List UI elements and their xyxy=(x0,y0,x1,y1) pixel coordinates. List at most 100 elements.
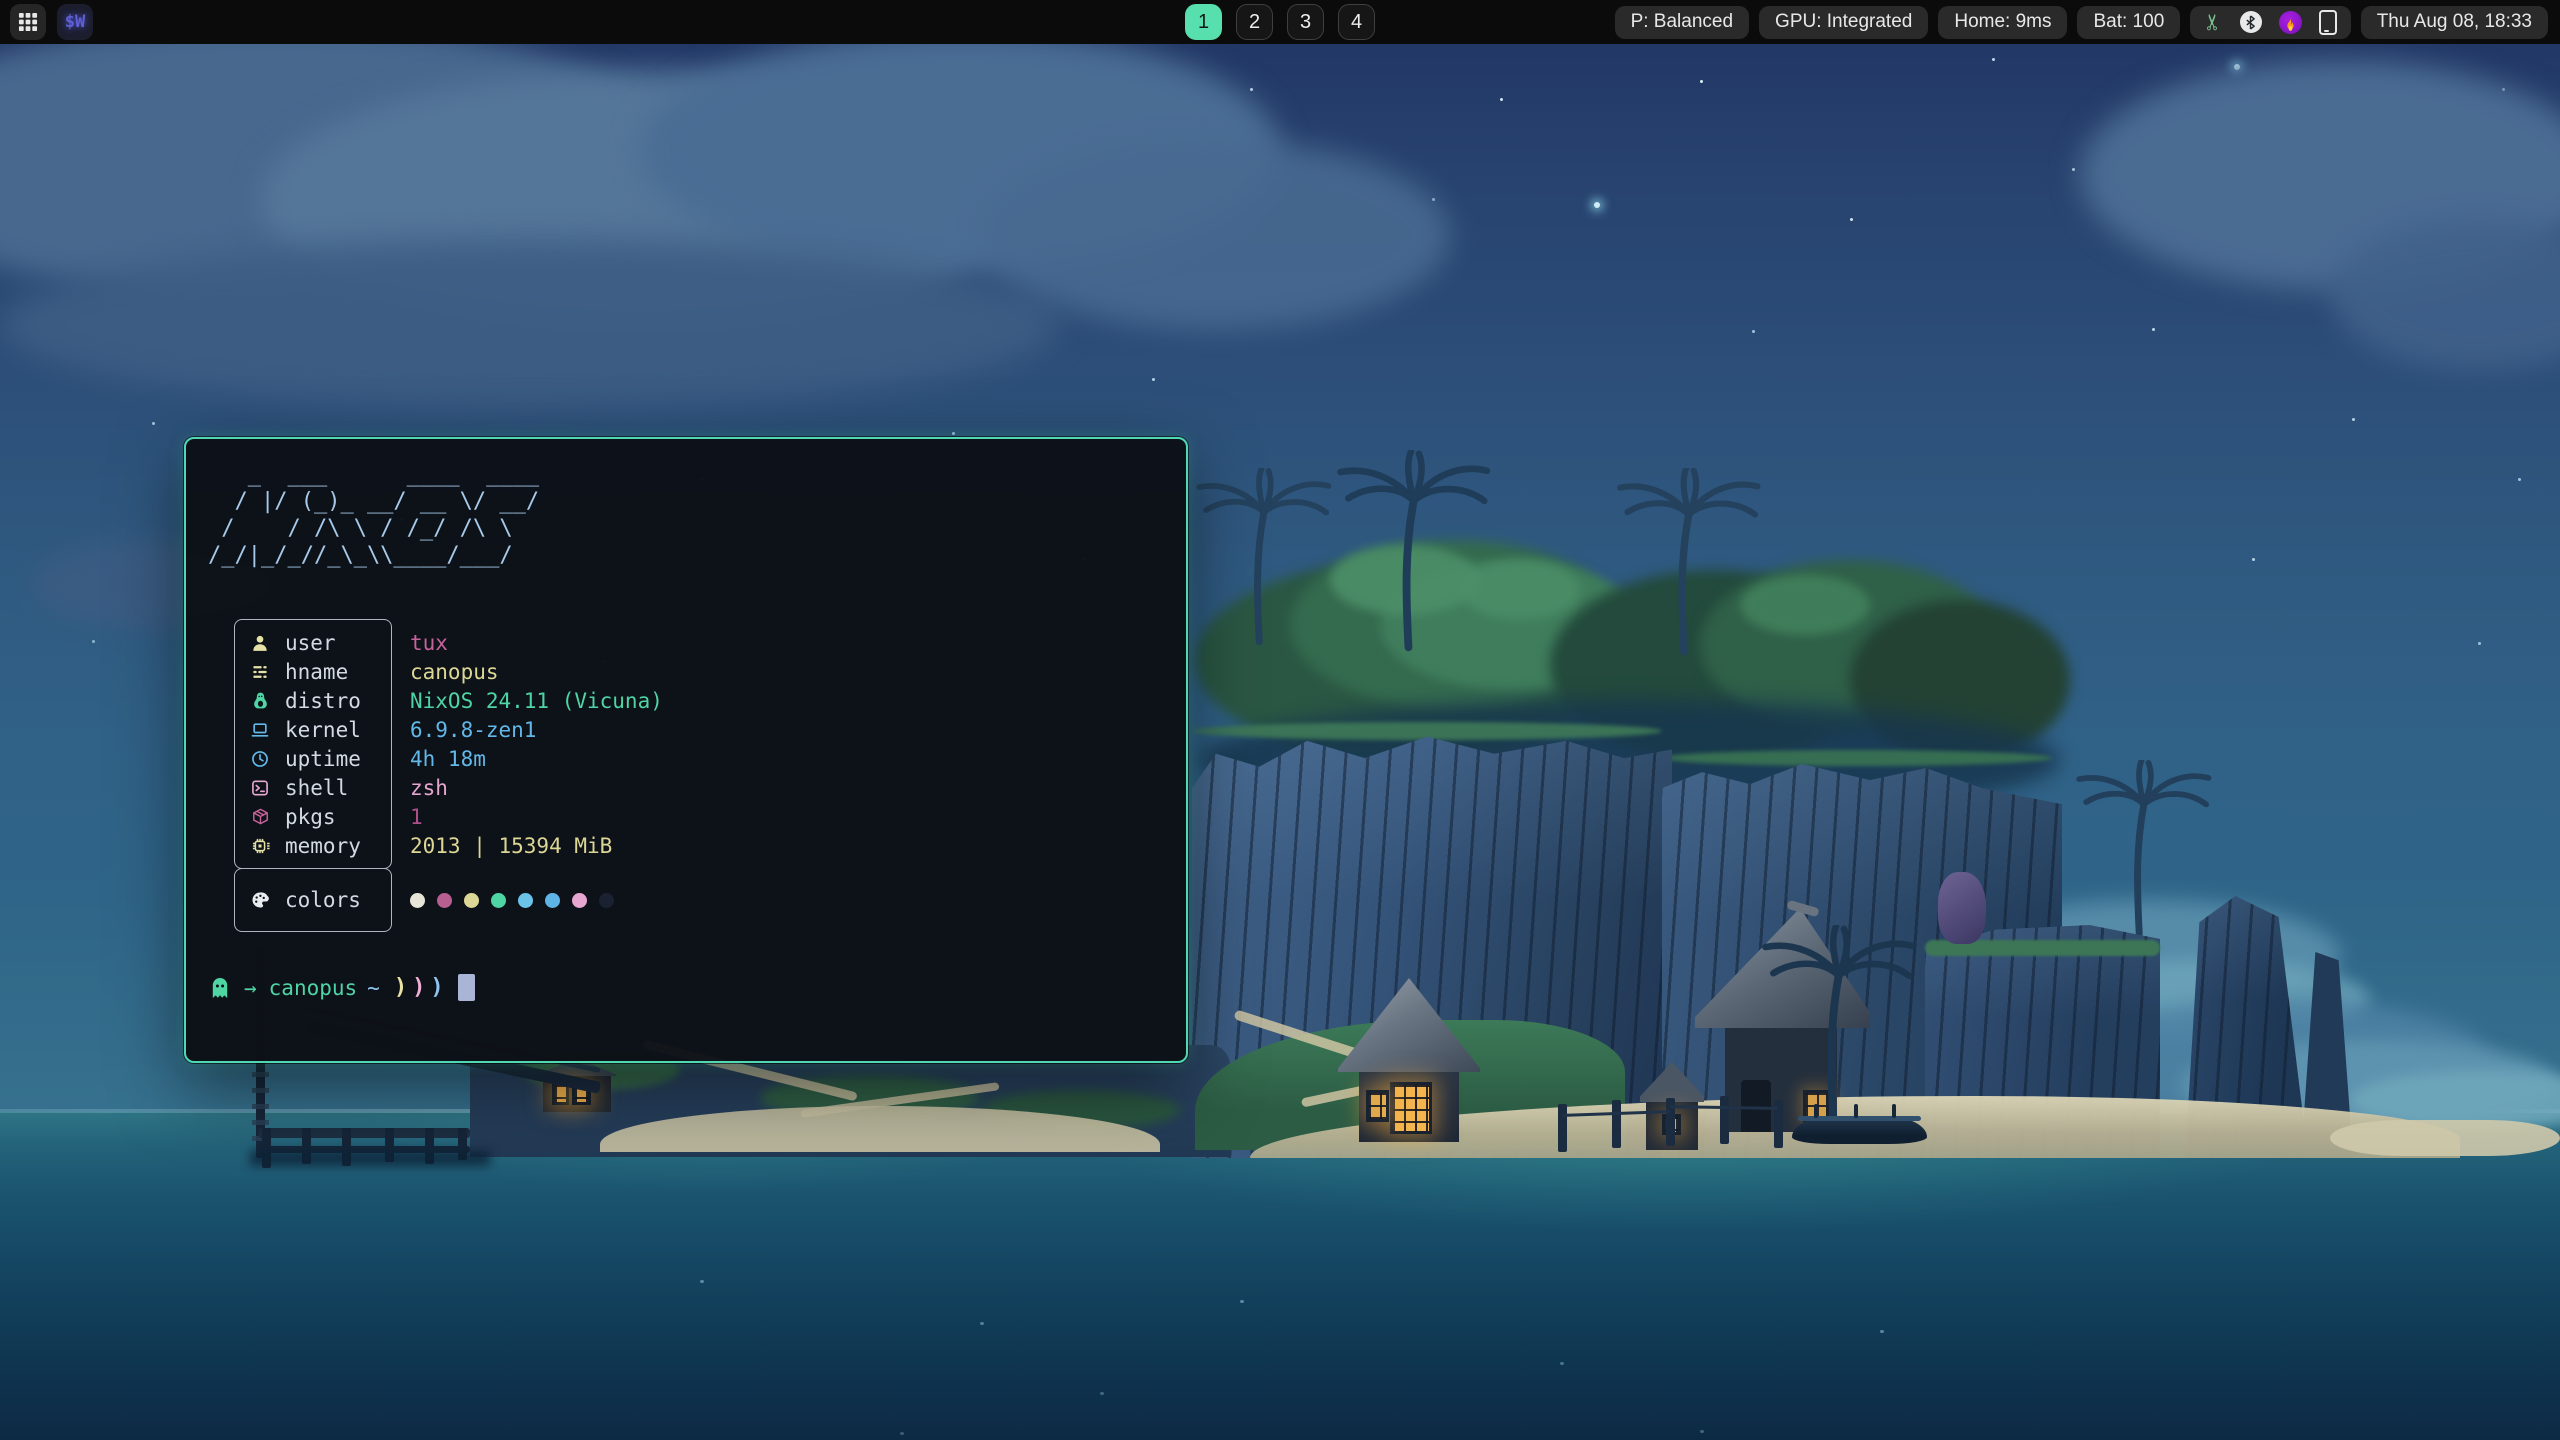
fastfetch-info: user hname distro xyxy=(234,619,1164,869)
prompt-chevron-2: ) xyxy=(412,975,425,1000)
palm-tree xyxy=(1610,468,1770,658)
info-value-shell: zsh xyxy=(410,776,448,800)
palette-swatch xyxy=(491,893,506,908)
battery-pill[interactable]: Bat: 100 xyxy=(2077,6,2180,39)
system-tray: ✂ xyxy=(2190,6,2350,39)
cloud xyxy=(980,140,1450,330)
stone-statue xyxy=(1938,872,1986,944)
info-row-uptime: uptime xyxy=(235,744,391,773)
info-label: user xyxy=(285,631,336,655)
nixos-ascii-logo: _ ___ ____ ____ / |/ (_)_ __/ __ \/ __/ … xyxy=(208,461,1164,569)
palette-swatch xyxy=(464,893,479,908)
workspace-button-3[interactable]: 3 xyxy=(1287,4,1324,40)
palette-icon xyxy=(248,889,272,911)
boat-post xyxy=(1892,1104,1896,1118)
prompt-chevron-3: ) xyxy=(430,975,443,1000)
workspace-label: 2 xyxy=(1249,11,1260,34)
palette-swatch xyxy=(545,893,560,908)
wezterm-taskbar-button[interactable]: $W xyxy=(57,4,93,40)
info-label: distro xyxy=(285,689,361,713)
app-launcher-button[interactable] xyxy=(10,4,46,40)
shell-prompt[interactable]: → canopus ~ ) ) ) xyxy=(208,974,1164,1001)
info-value-kernel: 6.9.8-zen1 xyxy=(410,718,536,742)
battery-label: Bat: 100 xyxy=(2093,11,2164,33)
prompt-chevron-1: ) xyxy=(394,975,407,1000)
info-label: kernel xyxy=(285,718,361,742)
prompt-arrow: → xyxy=(244,976,257,1000)
colors-row: colors xyxy=(234,868,1164,932)
palm-tree xyxy=(1190,468,1340,648)
wezterm-icon: $W xyxy=(65,12,85,32)
palette-swatch xyxy=(599,893,614,908)
colors-label-box: colors xyxy=(234,868,392,932)
info-label-box: user hname distro xyxy=(234,619,392,869)
star xyxy=(1594,202,1600,208)
dock-deck xyxy=(258,1128,470,1138)
text-cursor[interactable] xyxy=(458,974,475,1001)
power-profile-pill[interactable]: P: Balanced xyxy=(1615,6,1749,39)
thatched-hut xyxy=(1338,978,1480,1154)
info-label: hname xyxy=(285,660,348,684)
bluetooth-icon[interactable] xyxy=(2240,11,2262,33)
prompt-path: ~ xyxy=(367,976,380,1000)
laptop-icon xyxy=(248,719,272,741)
palm-tree xyxy=(2070,760,2220,940)
scissors-icon[interactable]: ✂ xyxy=(2202,13,2224,31)
workspace-button-1[interactable]: 1 xyxy=(1185,4,1222,40)
fence-post xyxy=(1720,1096,1729,1144)
sand-spit xyxy=(2330,1120,2560,1156)
info-value-pkgs: 1 xyxy=(410,805,423,829)
canoe xyxy=(1792,1116,1927,1144)
app-grid-icon xyxy=(18,12,38,32)
info-values: tux canopus NixOS 24.11 (Vicuna) 6.9.8-z… xyxy=(410,619,663,869)
terminal-window[interactable]: _ ___ ____ ____ / |/ (_)_ __/ __ \/ __/ … xyxy=(184,437,1188,1063)
palette-swatch xyxy=(518,893,533,908)
clock-label: Thu Aug 08, 18:33 xyxy=(2377,11,2532,33)
info-value-uptime: 4h 18m xyxy=(410,747,486,771)
info-value-user: tux xyxy=(410,631,448,655)
chip-icon xyxy=(248,835,272,857)
workspace-button-4[interactable]: 4 xyxy=(1338,4,1375,40)
gpu-label: GPU: Integrated xyxy=(1775,11,1912,33)
info-label: uptime xyxy=(285,747,361,771)
bar-left: $W xyxy=(0,4,93,40)
ping-pill[interactable]: Home: 9ms xyxy=(1938,6,2067,39)
list-icon xyxy=(248,661,272,683)
prompt-hostname: canopus xyxy=(269,976,358,1000)
info-row-distro: distro xyxy=(235,686,391,715)
fence-post xyxy=(1558,1104,1567,1152)
clock-pill[interactable]: Thu Aug 08, 18:33 xyxy=(2361,6,2548,39)
colors-label: colors xyxy=(285,888,361,912)
palm-tree xyxy=(1330,450,1500,655)
workspace-switcher: 1 2 3 4 xyxy=(1185,0,1375,44)
workspace-label: 1 xyxy=(1198,11,1209,34)
hut-roof xyxy=(1640,1062,1704,1102)
info-label: shell xyxy=(285,776,348,800)
tablet-icon[interactable] xyxy=(2319,10,2337,35)
grass-edge xyxy=(1662,750,2052,766)
flame-icon[interactable] xyxy=(2279,11,2302,34)
penguin-icon xyxy=(248,690,272,712)
info-row-shell: shell xyxy=(235,773,391,802)
info-row-pkgs: pkgs xyxy=(235,802,391,831)
dock-shadow xyxy=(250,1150,490,1166)
info-row-memory: memory xyxy=(235,831,391,860)
terminal-icon xyxy=(248,777,272,799)
status-bar: $W 1 2 3 4 P: Balanced GPU: Integrated H… xyxy=(0,0,2560,44)
palette-swatch xyxy=(437,893,452,908)
info-label: memory xyxy=(285,834,361,858)
workspace-button-2[interactable]: 2 xyxy=(1236,4,1273,40)
info-value-memory: 2013 | 15394 MiB xyxy=(410,834,612,858)
info-value-distro: NixOS 24.11 (Vicuna) xyxy=(410,689,663,713)
gpu-pill[interactable]: GPU: Integrated xyxy=(1759,6,1928,39)
clock-icon xyxy=(248,748,272,770)
fence-post xyxy=(1612,1100,1621,1148)
cloud xyxy=(0,240,1060,410)
lit-window xyxy=(1366,1090,1389,1122)
package-icon xyxy=(248,806,272,828)
palette-swatch xyxy=(572,893,587,908)
palette-swatch xyxy=(410,893,425,908)
palette-dots xyxy=(410,868,614,932)
desktop: $W 1 2 3 4 P: Balanced GPU: Integrated H… xyxy=(0,0,2560,1440)
user-icon xyxy=(248,632,272,654)
